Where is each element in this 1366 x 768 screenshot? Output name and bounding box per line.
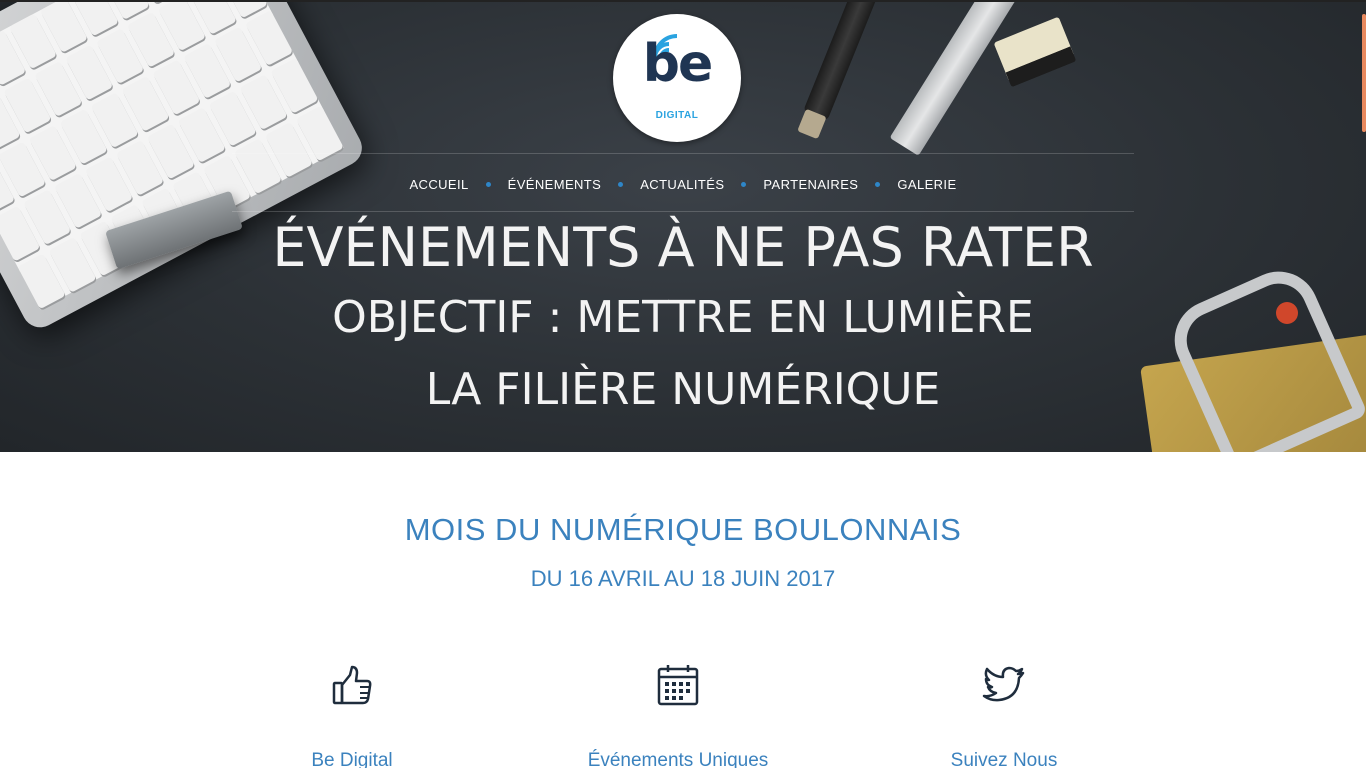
logo-sub-text: DIGITAL [655,110,699,121]
nav-separator-dot [875,181,881,187]
ruler-image [889,2,1025,156]
nav-divider-bottom [232,211,1134,212]
keyboard-image [0,2,369,334]
feature-label[interactable]: Be Digital [222,750,482,768]
section-date-range: DU 16 AVRIL AU 18 JUIN 2017 [530,566,836,591]
hero-headline: ÉVÉNEMENTS À NE PAS RATER [272,216,1094,279]
nav-separator-dot [741,181,747,187]
hero-subline-2: LA FILIÈRE NUMÉRIQUE [425,364,941,415]
nav-item-actualites[interactable]: ACTUALITÉS [626,177,738,192]
eraser-image [993,16,1077,88]
feature-label[interactable]: Suivez Nous [874,750,1134,768]
logo-main-text: be [642,34,714,94]
nav-separator-dot [485,181,491,187]
be-digital-logo[interactable]: be DIGITAL [613,14,741,142]
hero-subline-1: OBJECTIF : METTRE EN LUMIÈRE [332,292,1034,343]
nav-item-partenaires[interactable]: PARTENAIRES [749,177,872,192]
nav-divider-top [232,153,1134,154]
main-nav: ACCUEIL ÉVÉNEMENTS ACTUALITÉS PARTENAIRE… [0,174,1366,194]
nav-item-accueil[interactable]: ACCUEIL [395,177,482,192]
pen-image [802,2,884,122]
feature-label[interactable]: Événements Uniques [548,750,808,768]
nav-item-galerie[interactable]: GALERIE [883,177,970,192]
nav-separator-dot [618,181,624,187]
nav-item-evenements[interactable]: ÉVÉNEMENTS [494,177,616,192]
twitter-icon [982,666,1025,702]
feature-evenements-uniques[interactable]: Événements Uniques [548,660,808,768]
thumbs-up-icon [332,665,372,705]
section-title: MOIS DU NUMÉRIQUE BOULONNAIS [404,512,962,547]
calendar-icon [657,665,699,706]
feature-suivez-nous[interactable]: Suivez Nous [874,660,1134,768]
feature-be-digital[interactable]: Be Digital [222,660,482,768]
hero-banner: be DIGITAL ACCUEIL ÉVÉNEMENTS ACTUALITÉS… [0,0,1366,452]
scrollbar-thumb[interactable] [1362,14,1366,132]
